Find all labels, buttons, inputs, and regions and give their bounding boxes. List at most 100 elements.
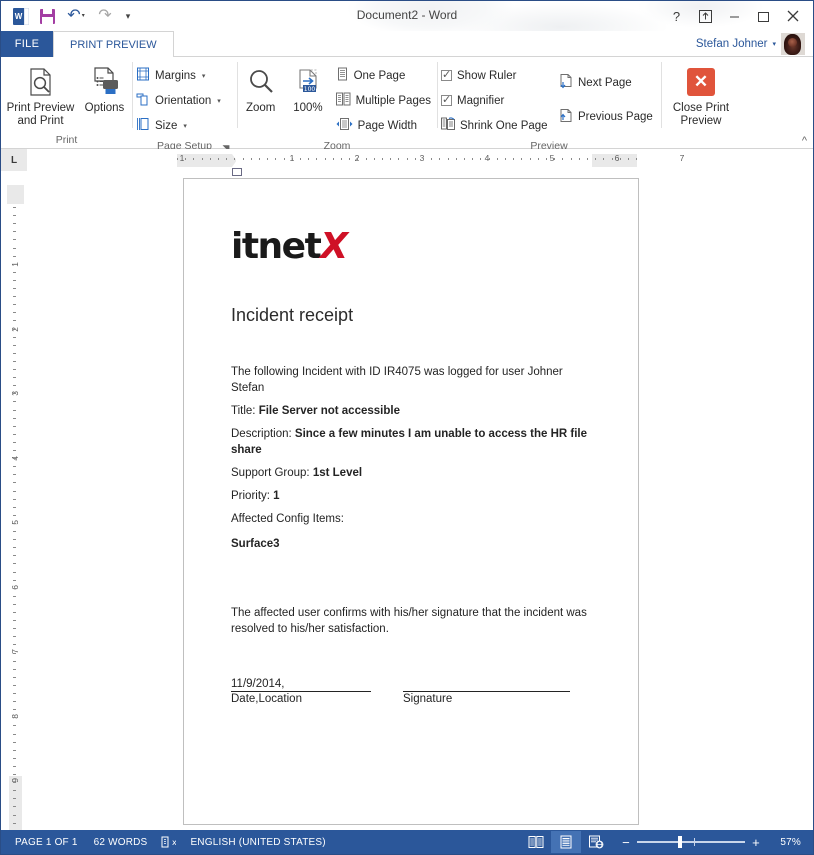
svg-text:x: x [172,838,176,847]
document-config-items-label: Affected Config Items: [231,513,344,525]
chevron-down-icon: ▾ [217,97,221,105]
hanging-indent-marker[interactable] [232,160,242,167]
print-preview-label-line2: and Print [17,114,64,127]
show-ruler-checkbox[interactable]: Show Ruler [437,63,555,88]
orientation-label: Orientation [155,94,212,107]
ruler-v-tick [13,344,16,346]
status-bar: PAGE 1 OF 1 62 WORDS x ENGLISH (UNITED S… [1,830,813,854]
zoom-button[interactable]: Zoom [237,61,284,115]
ruler-v-tick [13,676,16,678]
ruler-v-tick [13,620,16,622]
horizontal-ruler[interactable]: 11234567 [27,149,813,176]
status-word-count[interactable]: 62 WORDS [86,830,156,854]
status-language[interactable]: ENGLISH (UNITED STATES) [182,830,333,854]
tab-print-preview[interactable]: PRINT PREVIEW [53,31,174,57]
zoom-100-button[interactable]: 100 100% [284,61,331,115]
ruler-v-tick [13,717,16,719]
ruler-v-tick [13,579,16,581]
ruler-v-tick [13,668,16,670]
ribbon-display-options-icon[interactable] [691,2,720,30]
ruler-h-tick [382,158,383,160]
vertical-ruler[interactable]: 123456789 [1,171,27,830]
tab-selector-button[interactable]: L [1,149,27,171]
ruler-h-tick [283,158,285,160]
ruler-v-tick [13,360,16,362]
ruler-h-tick [464,158,465,160]
help-icon[interactable]: ? [662,2,691,30]
zoom-in-button[interactable]: + [751,835,761,850]
shrink-one-page-label: Shrink One Page [460,119,548,132]
document-heading: Incident receipt [231,305,354,325]
ruler-v-tick [13,498,16,500]
restore-icon[interactable] [749,2,778,30]
ruler-h-tick [554,158,556,160]
ruler-v-tick [13,377,16,379]
margins-label: Margins [155,69,196,82]
one-page-button[interactable]: One Page [332,63,437,88]
ruler-h-tick [406,158,408,160]
orientation-button[interactable]: Orientation ▾ [132,88,227,113]
web-layout-icon[interactable] [581,831,611,853]
page-width-button[interactable]: Page Width [332,113,437,138]
ruler-v-tick [13,539,16,541]
ruler-h-tick [455,158,457,160]
date-caption: Date,Location [231,693,302,705]
previous-page-icon [559,107,573,126]
read-mode-icon[interactable] [521,831,551,853]
ruler-v-tick [13,417,16,419]
ribbon-group-preview: Show Ruler Magnifier [437,57,661,152]
margins-button[interactable]: Margins ▾ [132,63,227,88]
print-preview-and-print-button[interactable]: Print Preview and Print [3,61,79,127]
ruler-v-tick [13,660,16,662]
ruler-h-tick [201,158,203,160]
next-page-button[interactable]: Next Page [555,70,659,95]
ruler-h-tick [177,158,178,160]
zoom-slider-handle[interactable] [678,836,683,848]
ruler-v-tick [13,701,16,703]
ruler-h-tick [193,158,195,160]
avatar[interactable] [781,33,805,55]
ruler-v-tick [13,215,16,217]
ruler-v-tick [13,725,16,727]
zoom-out-button[interactable]: − [621,835,631,850]
magnifier-checkbox[interactable]: Magnifier [437,88,555,113]
zoom-slider[interactable] [637,835,745,849]
field-value-priority: 1 [273,490,280,502]
shrink-one-page-button[interactable]: Shrink One Page [437,113,555,138]
status-page-count[interactable]: PAGE 1 OF 1 [7,830,86,854]
multiple-pages-button[interactable]: Multiple Pages [332,88,437,113]
ruler-h-tick [480,158,482,160]
document-page[interactable]: itnetX Incident receipt The following In… [183,178,639,825]
ruler-v-tick [13,693,16,694]
document-surface[interactable]: itnetX Incident receipt The following In… [27,171,813,830]
right-indent-marker[interactable] [574,161,584,168]
proofing-errors-icon[interactable]: x [155,830,182,854]
ruler-h-tick [185,158,187,160]
multiple-pages-icon [335,92,351,109]
minimize-icon[interactable] [720,2,749,30]
ruler-v-tick [13,263,16,265]
collapse-ribbon-icon[interactable]: ^ [802,135,807,147]
previous-page-button[interactable]: Previous Page [555,104,659,129]
ruler-v-tick [13,466,16,468]
ruler-h-tick [291,158,293,160]
print-options-button[interactable]: Options [79,61,131,115]
zoom-level[interactable]: 57% [767,837,801,848]
left-indent-marker[interactable] [232,168,242,176]
ruler-v-tick [13,749,16,751]
print-layout-icon[interactable] [551,831,581,853]
ruler-v-tick [13,733,16,735]
ruler-h-tick [259,158,260,160]
ribbon-group-zoom: Zoom 100 100% One Page Multiple Pages Pa… [237,57,437,152]
ruler-v-tick [13,587,16,589]
ruler-v-tick [13,563,16,565]
close-icon[interactable] [778,2,807,30]
account-name: Stefan Johner [695,38,768,50]
close-print-preview-button[interactable]: ✕ Close Print Preview [663,61,739,127]
signature-line [403,678,570,692]
checkbox-icon [441,68,452,81]
status-right-controls: − + 57% [521,831,807,853]
account-menu[interactable]: Stefan Johner ▾ [696,33,805,55]
size-button[interactable]: Size ▾ [132,113,227,138]
tab-file[interactable]: FILE [1,31,53,57]
